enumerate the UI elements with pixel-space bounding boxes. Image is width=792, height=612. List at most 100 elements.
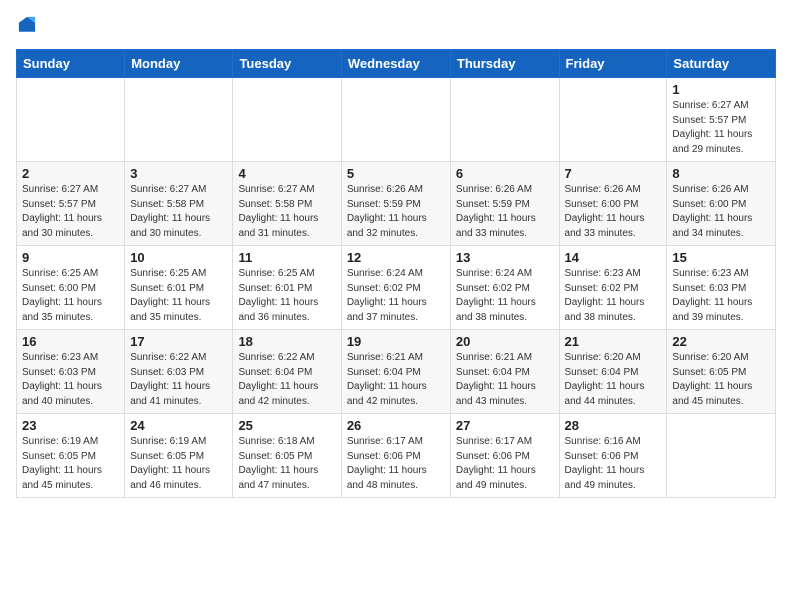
day-info: Sunrise: 6:21 AM Sunset: 6:04 PM Dayligh… <box>347 351 445 409</box>
calendar-cell <box>450 78 559 162</box>
day-info: Sunrise: 6:17 AM Sunset: 6:06 PM Dayligh… <box>347 435 445 493</box>
day-info: Sunrise: 6:19 AM Sunset: 6:05 PM Dayligh… <box>22 435 119 493</box>
page-header <box>16 16 776 39</box>
calendar-cell: 12 Sunrise: 6:24 AM Sunset: 6:02 PM Dayli… <box>341 246 450 330</box>
calendar-cell: 23 Sunrise: 6:19 AM Sunset: 6:05 PM Dayli… <box>17 414 125 498</box>
generalblue-icon <box>18 16 36 34</box>
day-number: 17 <box>130 334 227 349</box>
calendar-cell <box>17 78 125 162</box>
calendar-cell: 27 Sunrise: 6:17 AM Sunset: 6:06 PM Dayli… <box>450 414 559 498</box>
day-info: Sunrise: 6:25 AM Sunset: 6:01 PM Dayligh… <box>238 267 335 325</box>
day-of-week-header: Thursday <box>450 50 559 78</box>
calendar-cell: 25 Sunrise: 6:18 AM Sunset: 6:05 PM Dayli… <box>233 414 341 498</box>
calendar-cell: 4Sunrise: 6:27 AM Sunset: 5:58 PM Daylig… <box>233 162 341 246</box>
calendar-cell: 5 Sunrise: 6:26 AM Sunset: 5:59 PM Daylig… <box>341 162 450 246</box>
calendar-cell <box>559 78 667 162</box>
day-number: 7 <box>565 166 662 181</box>
calendar-cell: 13 Sunrise: 6:24 AM Sunset: 6:02 PM Dayli… <box>450 246 559 330</box>
day-info: Sunrise: 6:23 AM Sunset: 6:03 PM Dayligh… <box>672 267 770 325</box>
calendar-cell <box>341 78 450 162</box>
day-info: Sunrise: 6:24 AM Sunset: 6:02 PM Dayligh… <box>347 267 445 325</box>
calendar-cell: 18 Sunrise: 6:22 AM Sunset: 6:04 PM Dayli… <box>233 330 341 414</box>
calendar-cell: 10 Sunrise: 6:25 AM Sunset: 6:01 PM Dayli… <box>125 246 233 330</box>
day-info: Sunrise: 6:23 AM Sunset: 6:02 PM Dayligh… <box>565 267 662 325</box>
day-number: 1 <box>672 82 770 97</box>
day-number: 2 <box>22 166 119 181</box>
day-of-week-header: Sunday <box>17 50 125 78</box>
day-info: Sunrise: 6:26 AM Sunset: 6:00 PM Dayligh… <box>672 183 770 241</box>
day-info: Sunrise: 6:27 AM Sunset: 5:57 PM Dayligh… <box>22 183 119 241</box>
day-number: 16 <box>22 334 119 349</box>
day-number: 13 <box>456 250 554 265</box>
day-info: Sunrise: 6:25 AM Sunset: 6:00 PM Dayligh… <box>22 267 119 325</box>
day-info: Sunrise: 6:22 AM Sunset: 6:03 PM Dayligh… <box>130 351 227 409</box>
calendar-cell: 9 Sunrise: 6:25 AM Sunset: 6:00 PM Daylig… <box>17 246 125 330</box>
calendar-week-row: 9 Sunrise: 6:25 AM Sunset: 6:00 PM Daylig… <box>17 246 776 330</box>
day-of-week-header: Monday <box>125 50 233 78</box>
logo <box>16 16 38 39</box>
day-info: Sunrise: 6:17 AM Sunset: 6:06 PM Dayligh… <box>456 435 554 493</box>
day-info: Sunrise: 6:18 AM Sunset: 6:05 PM Dayligh… <box>238 435 335 493</box>
day-number: 15 <box>672 250 770 265</box>
day-number: 12 <box>347 250 445 265</box>
day-number: 25 <box>238 418 335 433</box>
calendar-table: SundayMondayTuesdayWednesdayThursdayFrid… <box>16 49 776 498</box>
day-of-week-header: Friday <box>559 50 667 78</box>
calendar-week-row: 23 Sunrise: 6:19 AM Sunset: 6:05 PM Dayli… <box>17 414 776 498</box>
calendar-cell: 1 Sunrise: 6:27 AM Sunset: 5:57 PM Daylig… <box>667 78 776 162</box>
day-info: Sunrise: 6:26 AM Sunset: 6:00 PM Dayligh… <box>565 183 662 241</box>
day-of-week-header: Tuesday <box>233 50 341 78</box>
day-info: Sunrise: 6:27 AM Sunset: 5:57 PM Dayligh… <box>672 99 770 157</box>
day-number: 8 <box>672 166 770 181</box>
day-number: 21 <box>565 334 662 349</box>
day-info: Sunrise: 6:22 AM Sunset: 6:04 PM Dayligh… <box>238 351 335 409</box>
day-number: 28 <box>565 418 662 433</box>
calendar-cell <box>233 78 341 162</box>
calendar-cell <box>125 78 233 162</box>
day-number: 6 <box>456 166 554 181</box>
calendar-cell: 28 Sunrise: 6:16 AM Sunset: 6:06 PM Dayli… <box>559 414 667 498</box>
calendar-cell: 15 Sunrise: 6:23 AM Sunset: 6:03 PM Dayli… <box>667 246 776 330</box>
day-number: 24 <box>130 418 227 433</box>
day-number: 14 <box>565 250 662 265</box>
day-number: 5 <box>347 166 445 181</box>
day-number: 20 <box>456 334 554 349</box>
calendar-cell: 6 Sunrise: 6:26 AM Sunset: 5:59 PM Daylig… <box>450 162 559 246</box>
day-number: 23 <box>22 418 119 433</box>
day-number: 19 <box>347 334 445 349</box>
calendar-cell: 16 Sunrise: 6:23 AM Sunset: 6:03 PM Dayli… <box>17 330 125 414</box>
day-number: 9 <box>22 250 119 265</box>
calendar-cell: 2 Sunrise: 6:27 AM Sunset: 5:57 PM Daylig… <box>17 162 125 246</box>
calendar-cell: 3 Sunrise: 6:27 AM Sunset: 5:58 PM Daylig… <box>125 162 233 246</box>
day-info: Sunrise: 6:25 AM Sunset: 6:01 PM Dayligh… <box>130 267 227 325</box>
calendar-cell <box>667 414 776 498</box>
calendar-cell: 7 Sunrise: 6:26 AM Sunset: 6:00 PM Daylig… <box>559 162 667 246</box>
day-info: Sunrise: 6:27 AM Sunset: 5:58 PM Dayligh… <box>238 183 335 241</box>
day-of-week-header: Saturday <box>667 50 776 78</box>
day-number: 27 <box>456 418 554 433</box>
day-number: 3 <box>130 166 227 181</box>
calendar-cell: 21Sunrise: 6:20 AM Sunset: 6:04 PM Dayli… <box>559 330 667 414</box>
calendar-cell: 17 Sunrise: 6:22 AM Sunset: 6:03 PM Dayli… <box>125 330 233 414</box>
day-number: 18 <box>238 334 335 349</box>
day-number: 26 <box>347 418 445 433</box>
day-info: Sunrise: 6:20 AM Sunset: 6:05 PM Dayligh… <box>672 351 770 409</box>
day-info: Sunrise: 6:16 AM Sunset: 6:06 PM Dayligh… <box>565 435 662 493</box>
calendar-cell: 24Sunrise: 6:19 AM Sunset: 6:05 PM Dayli… <box>125 414 233 498</box>
day-info: Sunrise: 6:26 AM Sunset: 5:59 PM Dayligh… <box>347 183 445 241</box>
calendar-week-row: 1 Sunrise: 6:27 AM Sunset: 5:57 PM Daylig… <box>17 78 776 162</box>
calendar-week-row: 2 Sunrise: 6:27 AM Sunset: 5:57 PM Daylig… <box>17 162 776 246</box>
calendar-cell: 26 Sunrise: 6:17 AM Sunset: 6:06 PM Dayli… <box>341 414 450 498</box>
calendar-cell: 8 Sunrise: 6:26 AM Sunset: 6:00 PM Daylig… <box>667 162 776 246</box>
day-info: Sunrise: 6:23 AM Sunset: 6:03 PM Dayligh… <box>22 351 119 409</box>
day-number: 10 <box>130 250 227 265</box>
calendar-cell: 20 Sunrise: 6:21 AM Sunset: 6:04 PM Dayli… <box>450 330 559 414</box>
day-info: Sunrise: 6:26 AM Sunset: 5:59 PM Dayligh… <box>456 183 554 241</box>
calendar-cell: 19 Sunrise: 6:21 AM Sunset: 6:04 PM Dayli… <box>341 330 450 414</box>
calendar-cell: 22 Sunrise: 6:20 AM Sunset: 6:05 PM Dayli… <box>667 330 776 414</box>
day-number: 11 <box>238 250 335 265</box>
day-info: Sunrise: 6:21 AM Sunset: 6:04 PM Dayligh… <box>456 351 554 409</box>
day-info: Sunrise: 6:27 AM Sunset: 5:58 PM Dayligh… <box>130 183 227 241</box>
day-info: Sunrise: 6:24 AM Sunset: 6:02 PM Dayligh… <box>456 267 554 325</box>
day-number: 22 <box>672 334 770 349</box>
